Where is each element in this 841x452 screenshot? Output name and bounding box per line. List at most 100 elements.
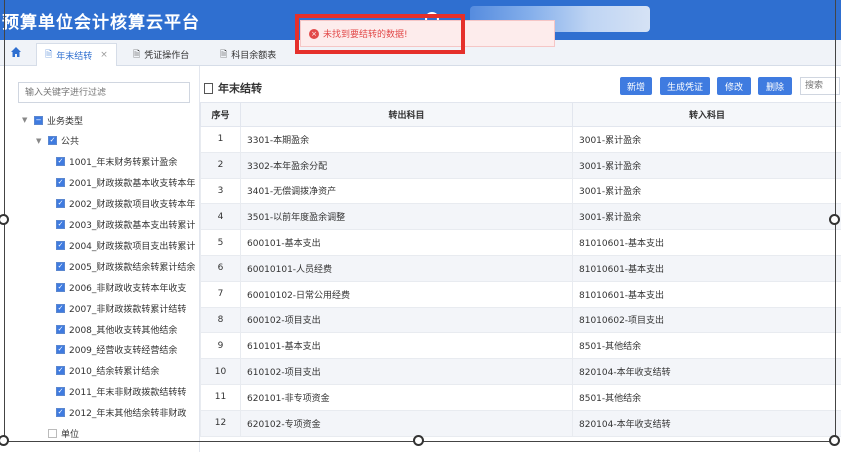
checkbox[interactable]: ✓ xyxy=(48,136,57,146)
tree-node[interactable]: ✓ 2006_非财政收支转本年收支 xyxy=(56,277,186,297)
row-index: 4 xyxy=(200,203,241,231)
column-header[interactable]: 转出科目 xyxy=(240,102,573,127)
checkbox[interactable]: ✓ xyxy=(56,366,65,376)
tree-node[interactable]: ✓ 2001_财政拨款基本收支转本年 xyxy=(56,173,195,193)
app-title: 预算单位会计核算云平台 xyxy=(2,13,200,33)
checkbox[interactable]: ✓ xyxy=(56,199,65,209)
page-title-text: 年末结转 xyxy=(218,82,262,95)
checkbox[interactable]: ✓ xyxy=(56,345,65,355)
checkbox[interactable]: − xyxy=(34,115,43,125)
tree-node[interactable]: ✓ 1001_年末财务转累计盈余 xyxy=(56,152,177,172)
checkbox[interactable]: ✓ xyxy=(56,261,65,271)
tree-node-label: 2007_非财政拨款转累计结转 xyxy=(69,304,187,315)
tree-node[interactable]: ✓ 2009_经营收支转经营结余 xyxy=(56,340,177,360)
tree-node[interactable]: ✓ 2005_财政拨款结余转累计结余 xyxy=(56,256,195,276)
tree-node-label: 2002_财政拨款项目收支转本年 xyxy=(69,200,196,211)
tree-node-label: 2010_结余转累计结余 xyxy=(69,367,160,378)
checkbox[interactable]: ✓ xyxy=(56,387,65,397)
table-row[interactable]: 6 60010101-人员经费 81010601-基本支出 xyxy=(200,254,841,282)
tree-node[interactable]: ✓ 2010_结余转累计结余 xyxy=(56,361,159,381)
close-icon[interactable]: × xyxy=(100,50,108,60)
caret-down-icon[interactable]: ▼ xyxy=(22,116,30,124)
row-index: 3 xyxy=(200,177,241,205)
resize-handle[interactable] xyxy=(413,435,424,446)
tab-year-end-carryover[interactable]: 🗎 年末结转 × xyxy=(36,43,117,66)
checkbox[interactable]: ✓ xyxy=(56,220,65,229)
table-row[interactable]: 1 3301-本期盈余 3001-累计盈余 xyxy=(200,126,841,153)
target-account: 81010601-基本支出 xyxy=(572,280,841,308)
search-input[interactable] xyxy=(800,77,840,95)
checkbox[interactable]: ✓ xyxy=(56,178,65,188)
tree-node[interactable]: ✓ 2007_非财政拨款转累计结转 xyxy=(56,298,186,318)
table-row[interactable]: 7 60010102-日常公用经费 81010601-基本支出 xyxy=(200,280,841,308)
tree-node[interactable]: ✓ 2004_财政拨款项目支出转累计 xyxy=(56,235,195,255)
target-account: 3001-累计盈余 xyxy=(572,126,841,153)
row-index: 5 xyxy=(200,229,241,256)
checkbox[interactable]: ✓ xyxy=(56,324,65,334)
document-icon xyxy=(204,82,213,94)
target-account: 81010601-基本支出 xyxy=(572,254,841,282)
doc-icon: 🗎 xyxy=(133,49,141,60)
row-index: 9 xyxy=(200,332,241,360)
table-row[interactable]: 4 3501-以前年度盈余调整 3001-累计盈余 xyxy=(200,203,841,231)
caret-down-icon[interactable]: ▼ xyxy=(36,137,44,145)
target-account: 3001-累计盈余 xyxy=(572,151,841,179)
row-index: 7 xyxy=(200,280,241,308)
checkbox[interactable]: ✓ xyxy=(56,282,65,292)
tree-node[interactable]: ✓ 2012_年末其他结余转非财政 xyxy=(56,403,186,423)
page-title: 年末结转 xyxy=(204,80,262,96)
table-row[interactable]: 12 620102-专项资金 820104-本年收支结转 xyxy=(200,409,841,437)
table-row[interactable]: 11 620101-非专项资金 8501-其他结余 xyxy=(200,383,841,411)
edit-button[interactable]: 修改 xyxy=(717,77,751,95)
checkbox[interactable] xyxy=(48,429,57,438)
source-account: 3501-以前年度盈余调整 xyxy=(240,203,573,231)
error-icon: × xyxy=(309,29,319,39)
tree-node[interactable]: ✓ 2008_其他收支转其他结余 xyxy=(56,319,177,339)
source-account: 610102-项目支出 xyxy=(240,358,573,385)
column-header[interactable]: 序号 xyxy=(200,102,241,127)
tree-node-label: 2006_非财政收支转本年收支 xyxy=(69,283,187,294)
tree-node[interactable]: ✓ 2002_财政拨款项目收支转本年 xyxy=(56,194,195,214)
main-content: 年末结转 新增 生成凭证 修改 删除 序号 转出科目 转入科目 13301-本期… xyxy=(200,66,841,452)
source-account: 3302-本年盈余分配 xyxy=(240,151,573,179)
tab-voucher-console[interactable]: 🗎 凭证操作台 xyxy=(125,43,197,66)
checkbox[interactable]: ✓ xyxy=(56,303,65,313)
tab-label: 年末结转 xyxy=(56,51,93,62)
row-index: 6 xyxy=(200,254,241,282)
add-button[interactable]: 新增 xyxy=(620,77,652,95)
tab-account-balance[interactable]: 🗎 科目余额表 xyxy=(212,43,284,66)
resize-handle[interactable] xyxy=(829,214,840,225)
column-header[interactable]: 转入科目 xyxy=(572,102,841,127)
error-toast: × 未找到要结转的数据! xyxy=(300,20,555,47)
checkbox[interactable]: ✓ xyxy=(56,240,65,250)
target-account: 820104-本年收支结转 xyxy=(572,409,841,437)
checkbox[interactable]: ✓ xyxy=(56,157,65,167)
checkbox[interactable]: ✓ xyxy=(56,408,65,418)
target-account: 3001-累计盈余 xyxy=(572,203,841,231)
source-account: 60010102-日常公用经费 xyxy=(240,280,573,308)
tree-node[interactable]: ▼ − 业务类型 xyxy=(22,110,83,130)
doc-icon: 🗎 xyxy=(45,50,53,60)
tree-node-label: 2003_财政拨款基本支出转累计 xyxy=(69,221,196,231)
toast-message: 未找到要结转的数据! xyxy=(323,30,408,40)
table-row[interactable]: 10 610102-项目支出 820104-本年收支结转 xyxy=(200,358,841,385)
table-row[interactable]: 2 3302-本年盈余分配 3001-累计盈余 xyxy=(200,151,841,179)
delete-button[interactable]: 删除 xyxy=(758,77,792,95)
home-icon[interactable] xyxy=(10,46,30,62)
tree-node[interactable]: ✓ 2011_年末非财政拨款结转转 xyxy=(56,382,186,402)
generate-voucher-button[interactable]: 生成凭证 xyxy=(660,77,710,95)
source-account: 60010101-人员经费 xyxy=(240,254,573,282)
target-account: 8501-其他结余 xyxy=(572,332,841,360)
data-table: 序号 转出科目 转入科目 1 3301-本期盈余 3001-累计盈余 2 3302-本年… xyxy=(200,102,841,437)
table-row[interactable]: 9 610101-基本支出 8501-其他结余 xyxy=(200,332,841,360)
filter-input[interactable] xyxy=(18,82,190,103)
table-row[interactable]: 3 3401-无偿调拨净资产 3001-累计盈余 xyxy=(200,177,841,205)
table-row[interactable]: 8 600102-项目支出 81010602-项目支出 xyxy=(200,306,841,334)
source-account: 600102-项目支出 xyxy=(240,306,573,334)
source-account: 620101-非专项资金 xyxy=(240,383,573,411)
resize-handle[interactable] xyxy=(829,435,840,446)
tree-node[interactable]: ✓ 2003_财政拨款基本支出转累计 xyxy=(56,215,195,235)
target-account: 820104-本年收支结转 xyxy=(572,358,841,385)
tree-node[interactable]: ▼ ✓ 公共 xyxy=(36,131,79,151)
table-row[interactable]: 5 600101-基本支出 81010601-基本支出 xyxy=(200,229,841,256)
